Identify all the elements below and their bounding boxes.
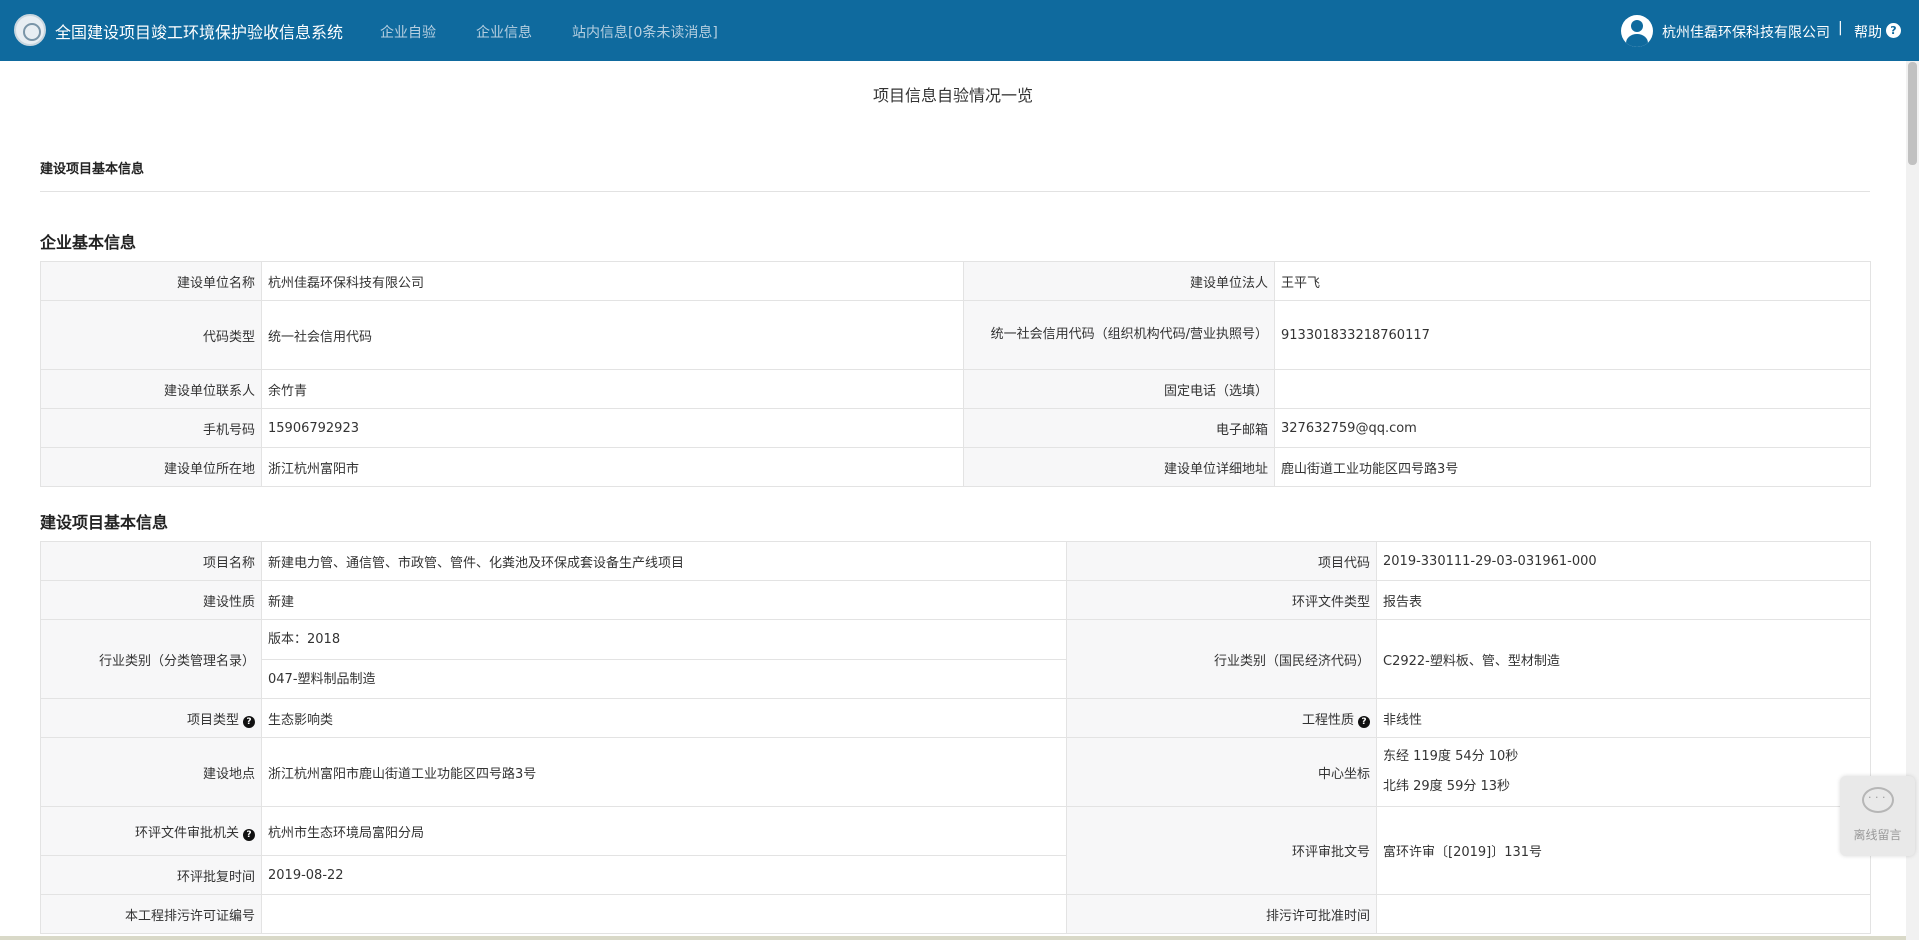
permit-date-label: 排污许可批准时间 <box>1066 894 1377 934</box>
header-separator: | <box>1838 20 1843 36</box>
approval-no-label: 环评审批文号 <box>1066 806 1377 895</box>
table-row: 项目类型? 生态影响类 工程性质? 非线性 <box>40 698 1871 738</box>
offline-message-label: 离线留言 <box>1853 828 1902 842</box>
eng-nature-value: 非线性 <box>1376 698 1871 738</box>
project-type-label-cell: 项目类型? <box>40 698 262 738</box>
location-value: 浙江杭州富阳市鹿山街道工业功能区四号路3号 <box>261 737 1067 807</box>
coord-north: 北纬 29度 59分 13秒 <box>1383 779 1511 794</box>
table-row: 项目名称 新建电力管、通信管、市政管、管件、化粪池及环保成套设备生产线项目 项目… <box>40 541 1871 581</box>
system-title: 全国建设项目竣工环境保护验收信息系统 <box>55 23 344 42</box>
location-label: 建设地点 <box>40 737 262 807</box>
address-label: 建设单位详细地址 <box>963 447 1275 487</box>
industry-version: 版本：2018 <box>268 632 341 647</box>
approval-org-label: 环评文件审批机关 <box>134 825 239 841</box>
help-icon[interactable]: ? <box>1886 23 1901 38</box>
mobile-value: 15906792923 <box>261 408 964 448</box>
industry-label: 行业类别（分类管理名录） <box>40 619 262 699</box>
code-type-label: 代码类型 <box>40 300 262 370</box>
email-label: 电子邮箱 <box>963 408 1275 448</box>
coord-label: 中心坐标 <box>1066 737 1377 807</box>
company-name-value: 杭州佳磊环保科技有限公司 <box>261 261 964 301</box>
eia-type-value: 报告表 <box>1376 580 1871 620</box>
eia-type-label: 环评文件类型 <box>1066 580 1377 620</box>
company-info-table: 建设单位名称 杭州佳磊环保科技有限公司 建设单位法人 王平飞 代码类型 统一社会… <box>40 261 1871 487</box>
bottom-edge <box>0 936 1906 940</box>
top-navbar: 全国建设项目竣工环境保护验收信息系统 企业自验 企业信息 站内信息[0条未读消息… <box>0 0 1919 61</box>
industry-nat-label: 行业类别（国民经济代码） <box>1066 619 1377 699</box>
industry-value: 047-塑料制品制造 <box>262 659 1066 698</box>
legal-person-label: 建设单位法人 <box>963 261 1275 301</box>
table-row: 建设单位名称 杭州佳磊环保科技有限公司 建设单位法人 王平飞 <box>40 261 1871 301</box>
credit-code-value: 913301833218760117 <box>1274 300 1871 370</box>
system-logo-icon <box>14 14 46 46</box>
permit-no-value <box>261 894 1067 934</box>
nature-label: 建设性质 <box>40 580 262 620</box>
question-icon[interactable]: ? <box>243 715 255 728</box>
contact-value: 余竹青 <box>261 369 964 409</box>
contact-label: 建设单位联系人 <box>40 369 262 409</box>
approval-date-value: 2019-08-22 <box>261 855 1067 895</box>
project-code-value: 2019-330111-29-03-031961-000 <box>1376 541 1871 581</box>
legal-person-value: 王平飞 <box>1274 261 1871 301</box>
project-info-table: 项目名称 新建电力管、通信管、市政管、管件、化粪池及环保成套设备生产线项目 项目… <box>40 541 1871 934</box>
company-name-label: 建设单位名称 <box>40 261 262 301</box>
table-row: 本工程排污许可证编号 排污许可批准时间 <box>40 894 1871 934</box>
project-type-label: 项目类型 <box>186 712 239 728</box>
question-icon[interactable]: ? <box>243 828 255 841</box>
help-link[interactable]: 帮助 <box>1854 22 1882 42</box>
user-avatar-icon[interactable] <box>1621 15 1653 47</box>
table-row: 建设单位所在地 浙江杭州富阳市 建设单位详细地址 鹿山街道工业功能区四号路3号 <box>40 447 1871 487</box>
approval-date-label: 环评批复时间 <box>40 855 262 895</box>
code-type-value: 统一社会信用代码 <box>261 300 964 370</box>
mobile-label: 手机号码 <box>40 408 262 448</box>
landline-label: 固定电话（选填） <box>963 369 1275 409</box>
approval-no-value: 富环许审〔[2019]〕131号 <box>1376 806 1871 895</box>
landline-value <box>1274 369 1871 409</box>
nav-company-info[interactable]: 企业信息 <box>476 22 532 42</box>
table-row: 环评文件审批机关? 杭州市生态环境局富阳分局 环评审批文号 富环许审〔[2019… <box>40 806 1871 895</box>
industry-cell: 版本：2018 047-塑料制品制造 <box>261 619 1067 699</box>
nav-site-messages[interactable]: 站内信息[0条未读消息] <box>572 22 718 42</box>
eng-nature-label-cell: 工程性质? <box>1066 698 1377 738</box>
tab-title[interactable]: 建设项目基本信息 <box>40 158 144 177</box>
project-section-title: 建设项目基本信息 <box>40 513 169 532</box>
offline-message-widget[interactable]: 离线留言 <box>1840 776 1915 856</box>
table-row: 代码类型 统一社会信用代码 统一社会信用代码（组织机构代码/营业执照号） 913… <box>40 300 1871 370</box>
project-name-value: 新建电力管、通信管、市政管、管件、化粪池及环保成套设备生产线项目 <box>261 541 1067 581</box>
approval-org-value: 杭州市生态环境局富阳分局 <box>261 806 1067 856</box>
tab-divider <box>40 191 1870 192</box>
coord-cell: 东经 119度 54分 10秒 北纬 29度 59分 13秒 <box>1376 737 1871 807</box>
permit-date-value <box>1376 894 1871 934</box>
scrollbar-thumb[interactable] <box>1908 62 1917 165</box>
page-title: 项目信息自验情况一览 <box>872 86 1033 105</box>
email-value: 327632759@qq.com <box>1274 408 1871 448</box>
project-name-label: 项目名称 <box>40 541 262 581</box>
table-row: 建设地点 浙江杭州富阳市鹿山街道工业功能区四号路3号 中心坐标 东经 119度 … <box>40 737 1871 807</box>
table-row: 手机号码 15906792923 电子邮箱 327632759@qq.com <box>40 408 1871 448</box>
table-row: 建设性质 新建 环评文件类型 报告表 <box>40 580 1871 620</box>
industry-nat-value: C2922-塑料板、管、型材制造 <box>1376 619 1871 699</box>
credit-code-label: 统一社会信用代码（组织机构代码/营业执照号） <box>963 300 1275 370</box>
approval-org-label-cell: 环评文件审批机关? <box>40 806 262 856</box>
nature-value: 新建 <box>261 580 1067 620</box>
nav-self-inspection[interactable]: 企业自验 <box>380 22 436 42</box>
question-icon[interactable]: ? <box>1358 715 1370 728</box>
permit-no-label: 本工程排污许可证编号 <box>40 894 262 934</box>
table-row: 建设单位联系人 余竹青 固定电话（选填） <box>40 369 1871 409</box>
company-section-title: 企业基本信息 <box>40 233 137 252</box>
coord-east: 东经 119度 54分 10秒 <box>1383 749 1519 764</box>
eng-nature-label: 工程性质 <box>1301 712 1354 728</box>
chat-bubble-icon <box>1862 787 1894 813</box>
project-type-value: 生态影响类 <box>261 698 1067 738</box>
region-value: 浙江杭州富阳市 <box>261 447 964 487</box>
user-name[interactable]: 杭州佳磊环保科技有限公司 <box>1662 22 1830 42</box>
table-row: 行业类别（分类管理名录） 版本：2018 047-塑料制品制造 行业类别（国民经… <box>40 619 1871 699</box>
region-label: 建设单位所在地 <box>40 447 262 487</box>
address-value: 鹿山街道工业功能区四号路3号 <box>1274 447 1871 487</box>
project-code-label: 项目代码 <box>1066 541 1377 581</box>
